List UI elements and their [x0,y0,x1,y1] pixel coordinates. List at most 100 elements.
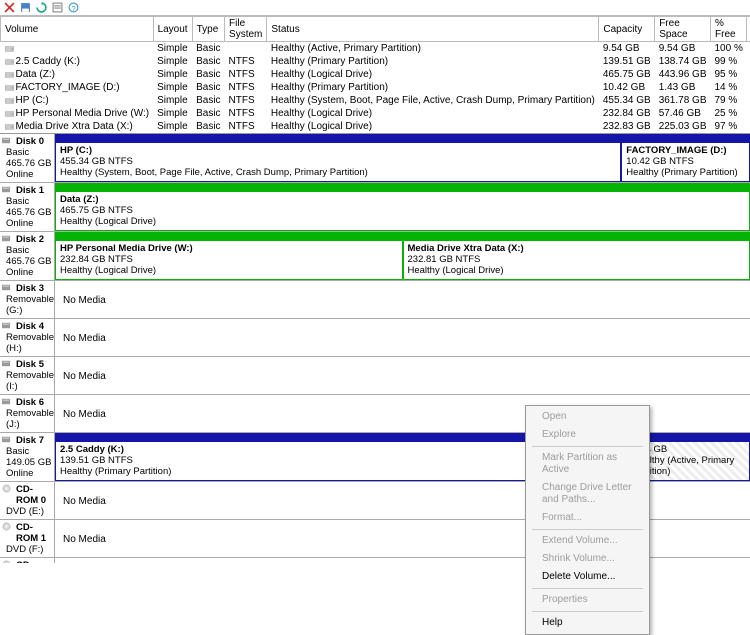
menu-explore[interactable]: Explore [528,426,647,444]
partition[interactable]: HP (C:)455.34 GB NTFSHealthy (System, Bo… [55,134,621,182]
partition-status: Healthy (Logical Drive) [60,216,745,227]
col-type[interactable]: Type [192,17,224,42]
menu-extend[interactable]: Extend Volume... [528,532,647,550]
partition-size: 455.34 GB NTFS [60,156,616,167]
disk-row: Disk 1Basic465.76 GBOnlineData (Z:)465.7… [0,183,750,232]
partition[interactable]: HP Personal Media Drive (W:)232.84 GB NT… [55,232,403,280]
no-media-label: No Media [59,562,110,563]
partition[interactable]: FACTORY_IMAGE (D:)10.42 GB NTFSHealthy (… [621,134,750,182]
disk-kind: Basic [6,446,52,457]
no-media-label: No Media [59,361,110,390]
disk-size: 149.05 GB [6,457,52,468]
no-media-label: No Media [59,486,110,515]
partition-size: 232.84 GB NTFS [60,254,398,265]
disk-kind: Removable (G:) [6,294,52,316]
disk-label[interactable]: Disk 6Removable (J:) [0,395,55,432]
disk-name: Disk 5 [16,359,52,370]
disk-name: CD-ROM 2 [16,560,52,563]
disk-label[interactable]: Disk 4Removable (H:) [0,319,55,356]
col-layout[interactable]: Layout [153,17,192,42]
menu-mark-active[interactable]: Mark Partition as Active [528,449,647,479]
toolbar: ? [0,0,750,16]
properties-icon[interactable] [50,1,64,15]
disk-partitions: No Media [55,357,750,394]
menu-change-letter[interactable]: Change Drive Letter and Paths... [528,479,647,509]
disk-name: Disk 4 [16,321,52,332]
no-media-label: No Media [59,285,110,314]
col-volume[interactable]: Volume [1,17,154,42]
table-row[interactable]: HP (C:)SimpleBasicNTFSHealthy (System, B… [1,94,750,107]
close-icon[interactable] [2,1,16,15]
disk-row: Disk 3Removable (G:)No Media [0,281,750,319]
refresh-icon[interactable] [34,1,48,15]
disk-label[interactable]: CD-ROM 2DVD (L:) [0,558,55,563]
disk-state: Online [6,169,52,180]
disk-size: 465.76 GB [6,256,52,267]
table-row[interactable]: SimpleBasicHealthy (Active, Primary Part… [1,42,750,55]
disk-name: Disk 6 [16,397,52,408]
table-row[interactable]: FACTORY_IMAGE (D:)SimpleBasicNTFSHealthy… [1,81,750,94]
disk-label[interactable]: Disk 2Basic465.76 GBOnline [0,232,55,280]
menu-properties[interactable]: Properties [528,591,647,609]
partition-size: 10.42 GB NTFS [626,156,745,167]
partition-title: Data (Z:) [60,194,745,205]
table-row[interactable]: Data (Z:)SimpleBasicNTFSHealthy (Logical… [1,68,750,81]
disc-icon [2,560,10,563]
disk-size: 465.76 GB [6,207,52,218]
disk-label[interactable]: Disk 1Basic465.76 GBOnline [0,183,55,231]
disk-name: Disk 2 [16,234,52,245]
menu-format[interactable]: Format... [528,509,647,527]
disk-partitions: HP (C:)455.34 GB NTFSHealthy (System, Bo… [55,134,750,182]
disk-icon [2,136,10,144]
disk-kind: DVD (F:) [6,544,52,555]
table-row[interactable]: 2.5 Caddy (K:)SimpleBasicNTFSHealthy (Pr… [1,55,750,68]
disk-label[interactable]: Disk 0Basic465.76 GBOnline [0,134,55,182]
disk-row: Disk 2Basic465.76 GBOnlineHP Personal Me… [0,232,750,281]
disk-label[interactable]: CD-ROM 0DVD (E:) [0,482,55,519]
disk-kind: Basic [6,245,52,256]
col-status[interactable]: Status [267,17,599,42]
disk-name: CD-ROM 0 [16,484,52,506]
table-row[interactable]: Media Drive Xtra Data (X:)SimpleBasicNTF… [1,120,750,133]
col-file-system[interactable]: File System [225,17,267,42]
disk-label[interactable]: CD-ROM 1DVD (F:) [0,520,55,557]
partition-status: Healthy (System, Boot, Page File, Active… [60,167,616,178]
menu-help[interactable]: Help [528,614,647,632]
partition-title: FACTORY_IMAGE (D:) [626,145,745,156]
partition-status: Healthy (Logical Drive) [60,265,398,276]
col-free-space[interactable]: Free Space [655,17,711,42]
disk-row: Disk 0Basic465.76 GBOnlineHP (C:)455.34 … [0,134,750,183]
disk-name: Disk 7 [16,435,52,446]
menu-delete-volume[interactable]: Delete Volume... [528,568,647,586]
disk-name: Disk 1 [16,185,52,196]
context-menu: Open Explore Mark Partition as Active Ch… [525,405,650,635]
volume-name: Media Drive Xtra Data (X:) [1,120,154,133]
col--free[interactable]: % Free [711,17,747,42]
table-row[interactable]: HP Personal Media Drive (W:)SimpleBasicN… [1,107,750,120]
disk-state: Online [6,267,52,278]
disk-partitions: No Media [55,319,750,356]
disk-row: Disk 4Removable (H:)No Media [0,319,750,357]
disk-kind: Basic [6,147,52,158]
disk-label[interactable]: Disk 5Removable (I:) [0,357,55,394]
disk-partitions: No Media [55,281,750,318]
disk-state: Online [6,218,52,229]
disk-name: Disk 3 [16,283,52,294]
svg-text:?: ? [71,4,75,13]
menu-shrink[interactable]: Shrink Volume... [528,550,647,568]
partition-title: HP (C:) [60,145,616,156]
disk-label[interactable]: Disk 3Removable (G:) [0,281,55,318]
disk-label[interactable]: Disk 7Basic149.05 GBOnline [0,433,55,481]
disk-icon [2,283,10,291]
save-icon[interactable] [18,1,32,15]
volume-table: VolumeLayoutTypeFile SystemStatusCapacit… [0,16,750,133]
col-capacity[interactable]: Capacity [599,17,655,42]
disk-icon [2,397,10,405]
disc-icon [2,484,10,492]
volume-name: HP (C:) [1,94,154,107]
help-icon[interactable]: ? [66,1,80,15]
menu-open[interactable]: Open [528,408,647,426]
disk-row: Disk 5Removable (I:)No Media [0,357,750,395]
partition[interactable]: Data (Z:)465.75 GB NTFSHealthy (Logical … [55,183,750,231]
partition[interactable]: Media Drive Xtra Data (X:)232.81 GB NTFS… [403,232,750,280]
